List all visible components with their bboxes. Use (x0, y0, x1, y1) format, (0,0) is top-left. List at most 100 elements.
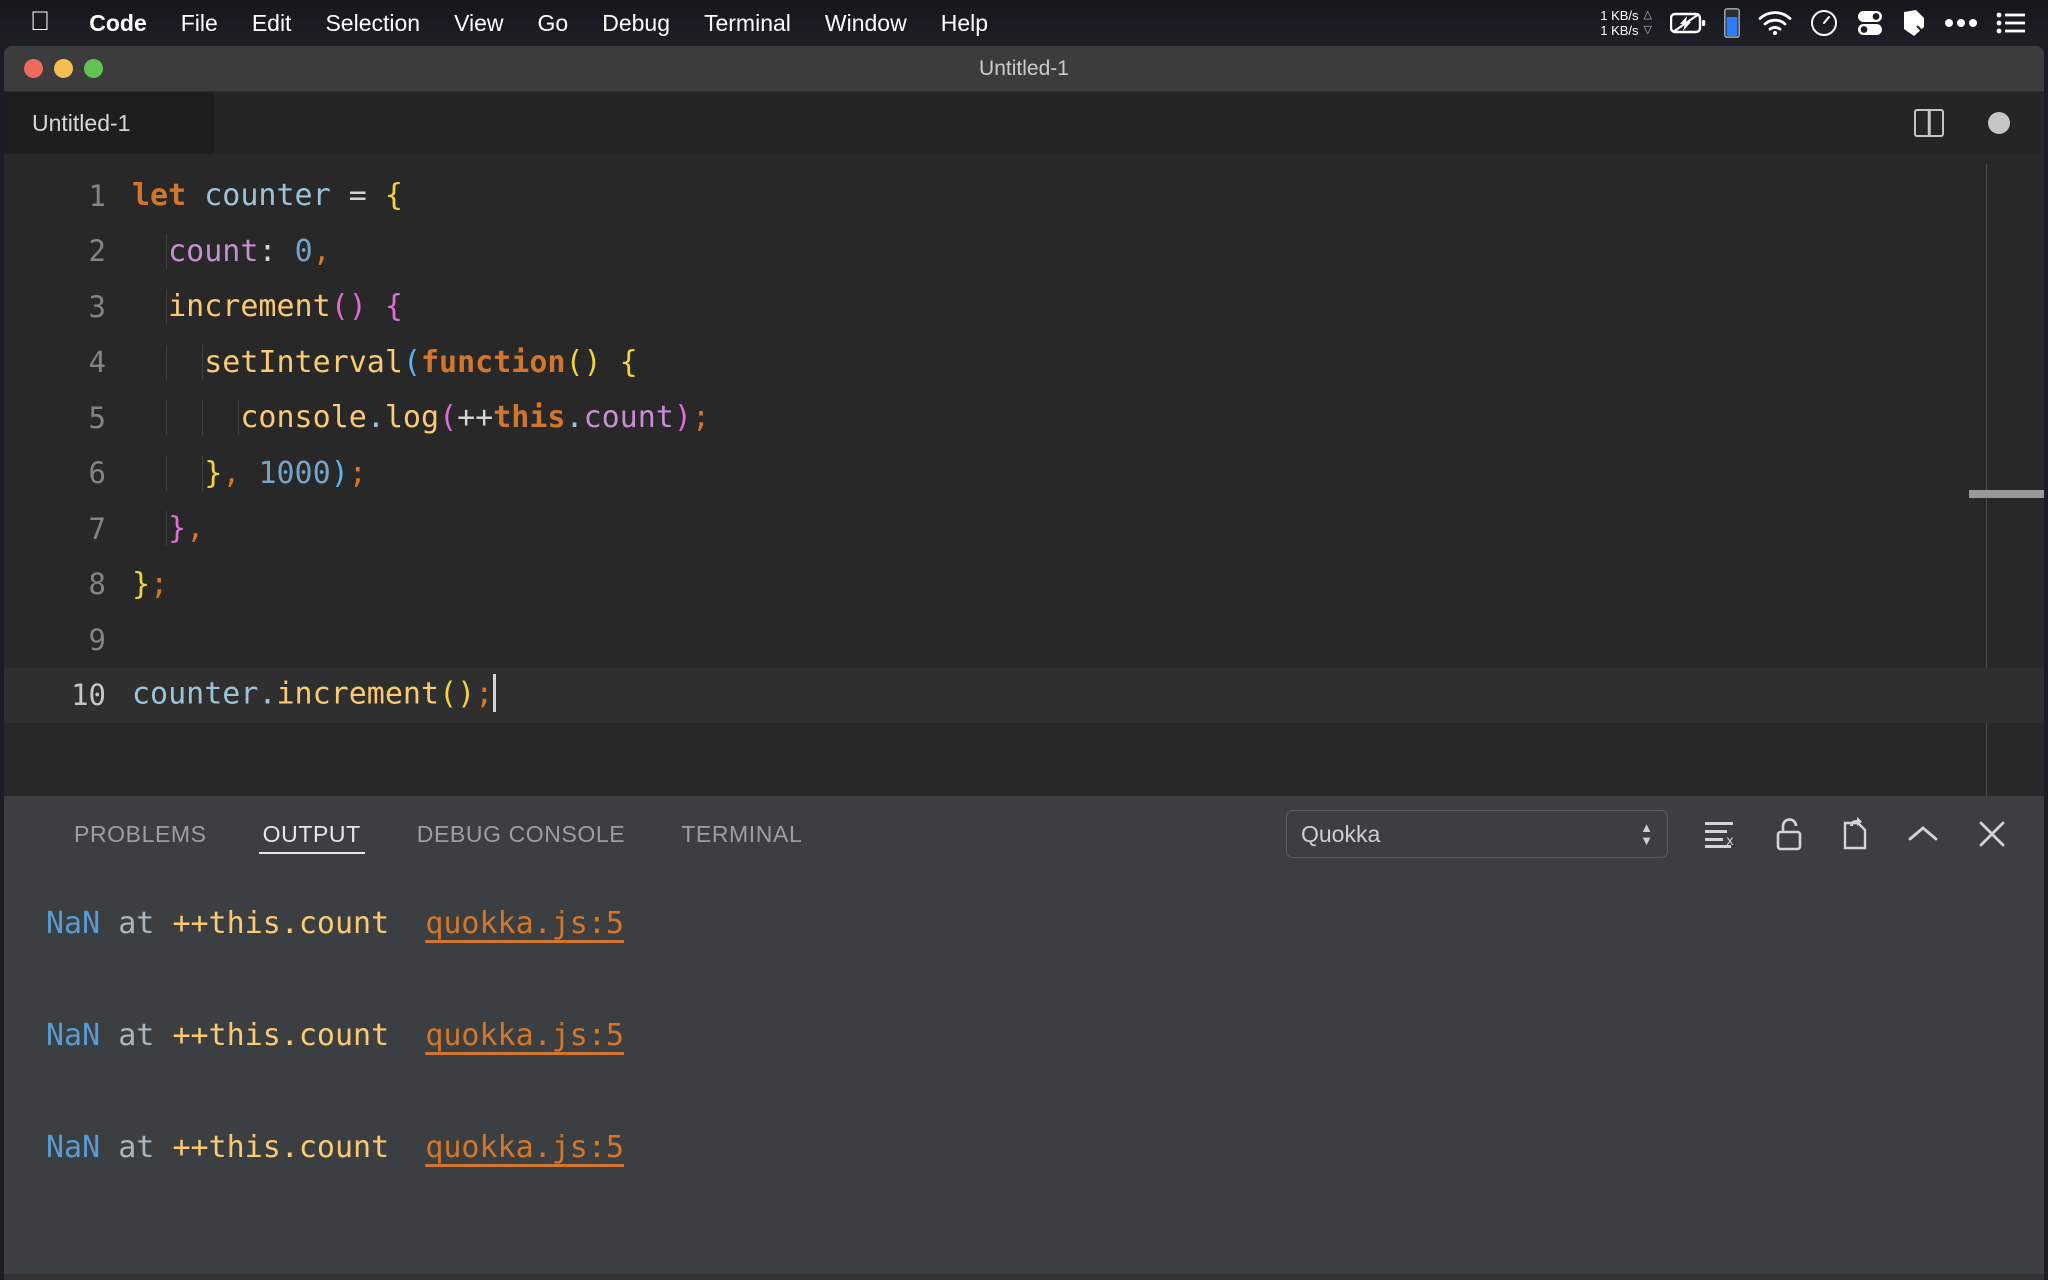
window-title: Untitled-1 (4, 57, 2044, 81)
panel-tab-debug-console[interactable]: DEBUG CONSOLE (389, 796, 653, 872)
menu-item-code[interactable]: Code (72, 0, 164, 46)
code-line-6: 6 }, 1000); (4, 446, 2044, 502)
output-row: NaN at ++this.count quokka.js:5 (46, 1018, 2044, 1130)
token-dot: . (566, 400, 584, 435)
token-parens-l10: () (439, 677, 475, 712)
code-lines: 1 let counter = { 2 count: 0, 3 incremen… (4, 154, 2044, 723)
code-line-8: 8 }; (4, 557, 2044, 613)
code-editor[interactable]: 1 let counter = { 2 count: 0, 3 incremen… (4, 154, 2044, 796)
code-line-7: 7 }, (4, 501, 2044, 557)
collapse-panel-icon[interactable] (1906, 822, 1940, 846)
token-semicolon: ; (150, 567, 168, 602)
token-semicolon: ; (349, 456, 367, 491)
shield-icon[interactable] (1902, 9, 1926, 37)
tabbar-actions (1914, 92, 2044, 154)
menu-item-selection[interactable]: Selection (308, 0, 437, 46)
line-number: 6 (4, 456, 132, 490)
ellipsis-icon[interactable] (1944, 18, 1978, 28)
line-number: 5 (4, 401, 132, 435)
token-keyword-this: this (493, 400, 565, 435)
menu-item-help[interactable]: Help (924, 0, 1005, 46)
editor-tabbar: Untitled-1 (4, 92, 2044, 154)
panel-tab-output[interactable]: OUTPUT (235, 796, 389, 872)
token-comma: , (313, 234, 331, 269)
token-parens-l3: () (331, 289, 367, 324)
output-channel-value: Quokka (1301, 821, 1380, 848)
menu-item-window[interactable]: Window (808, 0, 924, 46)
output-source-link[interactable]: quokka.js:5 (425, 1130, 624, 1165)
unsaved-indicator-dot[interactable] (1988, 112, 2010, 134)
output-row: NaN at ++this.count quokka.js:5 (46, 1130, 2044, 1242)
token-dot: . (258, 677, 276, 712)
output-at: at (100, 1130, 172, 1165)
text-cursor (493, 674, 496, 712)
line-number: 7 (4, 512, 132, 546)
token-colon: : (258, 234, 294, 269)
token-property-count: count (168, 234, 258, 269)
output-source-link[interactable]: quokka.js:5 (425, 1018, 624, 1053)
line-content: }; (132, 567, 2044, 602)
open-in-editor-icon[interactable] (1840, 817, 1870, 851)
code-line-1: 1 let counter = { (4, 168, 2044, 224)
battery-level-icon[interactable] (1724, 8, 1740, 38)
line-content: counter.increment(); (132, 676, 2044, 714)
battery-charging-icon[interactable] (1670, 12, 1706, 34)
token-number-1000: 1000 (258, 456, 330, 491)
token-brace-open-l3: { (367, 289, 403, 324)
panel-tab-problems[interactable]: PROBLEMS (46, 796, 235, 872)
line-number: 10 (4, 678, 132, 712)
network-download-speed: 1 KB/s (1600, 23, 1638, 38)
line-content: console.log(++this.count); (132, 400, 2044, 435)
line-content: let counter = { (132, 178, 2044, 213)
output-row: NaN at ++this.count quokka.js:5 (46, 906, 2044, 1018)
menu-item-file[interactable]: File (164, 0, 235, 46)
control-center-icon[interactable] (1996, 11, 2026, 35)
lock-scroll-icon[interactable] (1774, 817, 1804, 851)
clear-output-icon[interactable]: x (1704, 819, 1738, 849)
output-at: at (100, 1018, 172, 1053)
token-comma: , (222, 456, 258, 491)
token-operator-assign: = (349, 178, 385, 213)
network-upload-speed: 1 KB/s (1600, 8, 1638, 23)
apple-logo-icon[interactable]:  (30, 8, 50, 35)
token-number-zero: 0 (295, 234, 313, 269)
network-speed-indicator[interactable]: 1 KB/s 1 KB/s △▽ (1600, 8, 1652, 38)
token-paren-close-l5: ) (674, 400, 692, 435)
toggles-icon[interactable] (1856, 9, 1884, 37)
output-expression: ++this.count (172, 1018, 389, 1053)
clock-icon[interactable] (1810, 9, 1838, 37)
split-editor-icon[interactable] (1914, 109, 1944, 137)
output-expression: ++this.count (172, 1130, 389, 1165)
token-method-increment: increment (168, 289, 331, 324)
menu-item-terminal[interactable]: Terminal (687, 0, 808, 46)
token-function-setinterval: setInterval (204, 345, 403, 380)
token-brace-close-l7: } (168, 511, 186, 546)
token-identifier-counter: counter (132, 677, 258, 712)
output-value: NaN (46, 906, 100, 941)
menu-item-go[interactable]: Go (521, 0, 586, 46)
menu-item-edit[interactable]: Edit (235, 0, 309, 46)
panel-tab-terminal[interactable]: TERMINAL (653, 796, 830, 872)
menu-item-debug[interactable]: Debug (585, 0, 687, 46)
line-content: count: 0, (132, 234, 2044, 269)
token-operator-increment: ++ (457, 400, 493, 435)
output-channel-select[interactable]: Quokka ▲▼ (1286, 810, 1668, 858)
output-source-link[interactable]: quokka.js:5 (425, 906, 624, 941)
close-panel-icon[interactable] (1976, 818, 2008, 850)
menu-item-view[interactable]: View (437, 0, 520, 46)
token-object-console: console (240, 400, 366, 435)
wifi-icon[interactable] (1758, 11, 1792, 35)
output-panel-content[interactable]: NaN at ++this.count quokka.js:5 NaN at +… (4, 872, 2044, 1274)
menubar-items:  Code File Edit Selection View Go Debug… (0, 0, 1005, 46)
output-expression: ++this.count (172, 906, 389, 941)
tab-untitled-1[interactable]: Untitled-1 (4, 92, 214, 154)
panel-actions: Quokka ▲▼ x (1286, 810, 2044, 858)
status-bar: 0 0 Ln 10, Col 21 Spaces: 2 UTF-8 LF Jav… (4, 1274, 2044, 1280)
token-brace-close-l8: } (132, 567, 150, 602)
token-paren-open-l5: ( (439, 400, 457, 435)
token-identifier-counter: counter (186, 178, 349, 213)
code-line-4: 4 setInterval(function() { (4, 335, 2044, 391)
token-method-increment: increment (277, 677, 440, 712)
tabbar-spacer (214, 92, 1914, 154)
network-arrows-icon: △▽ (1644, 8, 1652, 38)
